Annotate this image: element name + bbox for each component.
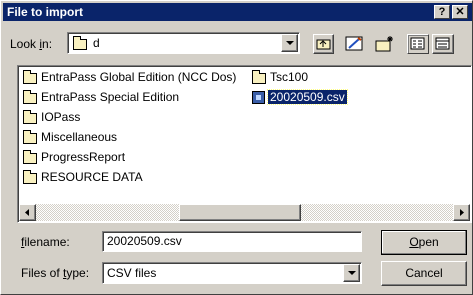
filename-input[interactable]: 20020509.csv [102,231,362,252]
folder-icon [23,130,37,144]
close-button[interactable]: ✕ [452,5,468,19]
window-title: File to import [7,5,83,19]
look-in-value: d [93,36,100,50]
chevron-down-icon [286,41,294,45]
folder-icon [23,90,37,104]
look-in-dropdown-button[interactable] [281,34,298,52]
scroll-left-button[interactable] [19,204,36,221]
file-type-dropdown-button[interactable] [343,264,360,282]
desktop-icon [345,36,363,51]
new-folder-button[interactable] [374,34,396,54]
up-folder-icon [316,39,331,50]
open-button-label: Open [409,235,439,249]
horizontal-scrollbar[interactable] [19,204,470,221]
scroll-thumb[interactable] [179,204,301,221]
scroll-right-button[interactable] [453,204,470,221]
folder-icon [23,110,37,124]
open-button[interactable]: Open [381,230,467,255]
arrow-left-icon [25,209,29,216]
arrow-right-icon [460,209,464,216]
title-bar[interactable]: File to import ? ✕ [3,3,472,21]
list-view-icon [410,37,425,50]
folder-icon [252,70,266,84]
chevron-down-icon [348,271,356,275]
file-type-value: CSV files [107,266,157,280]
csv-file-icon [252,91,265,104]
folder-icon [23,170,37,184]
new-folder-icon [375,36,393,52]
file-list[interactable]: EntraPass Global Edition (NCC Dos) Entra… [17,65,472,223]
file-type-select[interactable]: CSV files [102,262,362,284]
filename-label: filename: [21,235,70,249]
cancel-button[interactable]: Cancel [381,261,467,286]
look-in-combobox[interactable]: d [67,32,300,54]
cancel-button-label: Cancel [405,266,443,280]
file-type-label: Files of type: [21,266,90,280]
filename-value: 20020509.csv [107,234,182,248]
list-view-button[interactable] [407,34,429,54]
look-in-label: Look in: [10,37,53,51]
help-button[interactable]: ? [434,5,450,19]
file-import-dialog: File to import ? ✕ Look in: d EntraPass … [0,0,473,295]
details-view-icon [435,37,450,50]
up-folder-button[interactable] [313,34,334,54]
folder-icon [73,36,87,50]
desktop-button[interactable] [343,34,365,54]
details-view-button[interactable] [432,34,454,54]
folder-icon [23,150,37,164]
folder-icon [23,70,37,84]
